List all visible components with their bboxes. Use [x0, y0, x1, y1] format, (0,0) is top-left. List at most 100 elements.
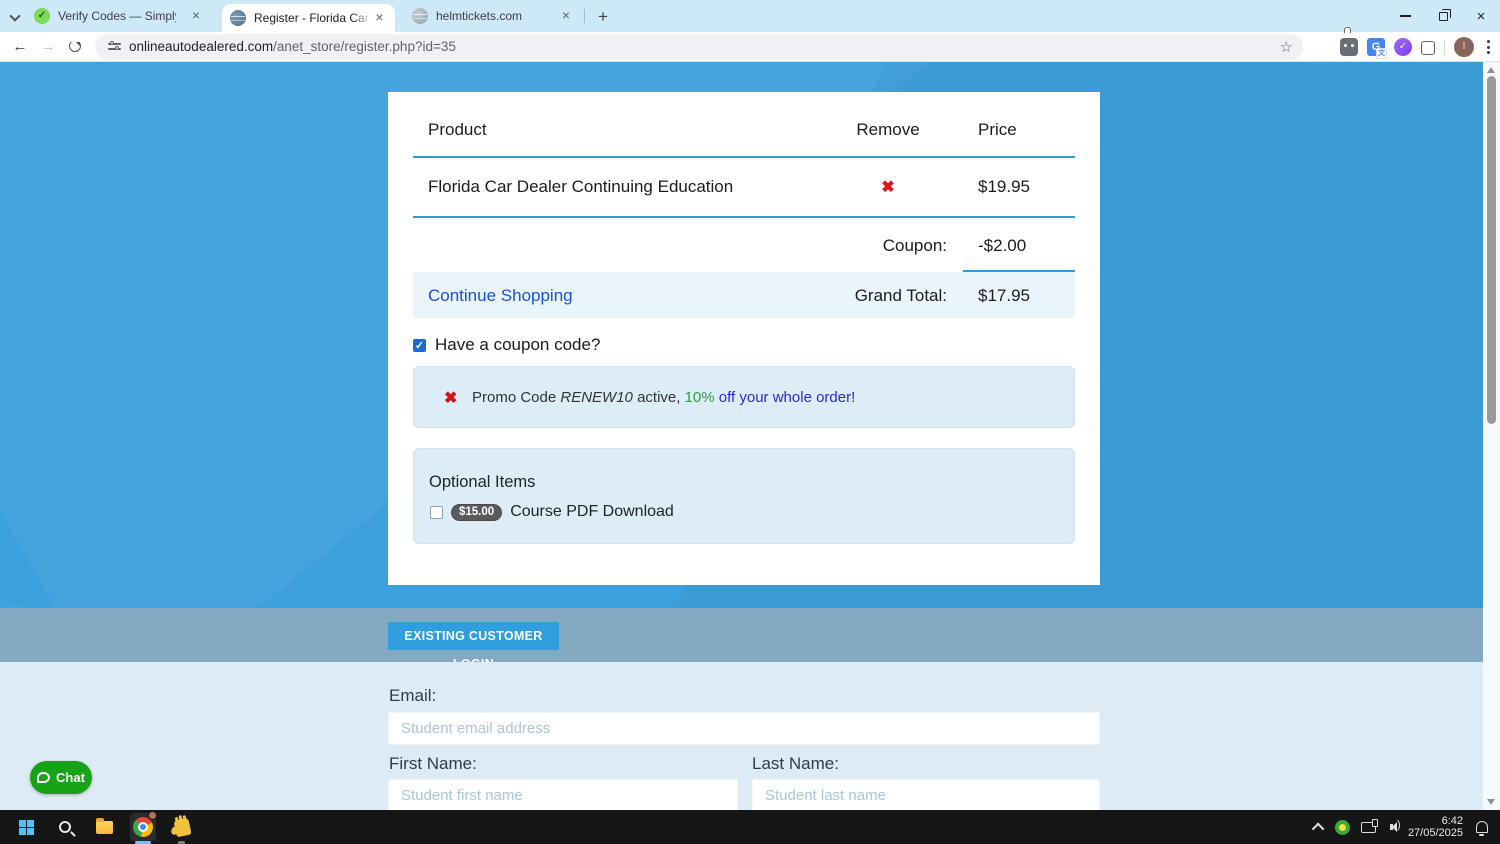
table-divider	[413, 216, 1075, 218]
translate-extension-icon[interactable]: G	[1367, 38, 1387, 59]
simplycodes-favicon-icon: ✓	[34, 8, 50, 24]
chevron-down-icon	[9, 10, 21, 22]
promo-mid: active,	[632, 389, 685, 406]
tab-close-icon[interactable]: ×	[558, 8, 574, 24]
remove-promo-button[interactable]: ✖	[444, 388, 457, 408]
existing-customer-login-button[interactable]: EXISTING CUSTOMER LOGIN	[388, 622, 559, 671]
chat-button-label: Chat	[56, 770, 85, 785]
product-price: $19.95	[978, 177, 1030, 196]
address-bar[interactable]: onlineautodealered.com/anet_store/regist…	[95, 34, 1303, 60]
extensions-puzzle-icon[interactable]	[1421, 41, 1435, 55]
file-explorer-button[interactable]	[91, 813, 117, 841]
close-button[interactable]: ×	[1462, 0, 1500, 32]
back-button[interactable]: ←	[8, 35, 32, 59]
tray-time: 6:42	[1441, 814, 1463, 827]
notification-bell-icon[interactable]	[1476, 821, 1488, 836]
hand-icon	[172, 817, 192, 837]
scroll-down-icon[interactable]	[1487, 799, 1495, 805]
last-name-field[interactable]	[752, 779, 1100, 810]
toolbar-separator	[1444, 39, 1445, 55]
url-text: onlineautodealered.com/anet_store/regist…	[129, 39, 456, 54]
robot-extension-icon[interactable]	[1340, 38, 1358, 56]
tab-simplycodes[interactable]: ✓ Verify Codes — SimplyCodes ×	[26, 0, 212, 32]
window-controls: ×	[1386, 0, 1500, 32]
tab-close-icon[interactable]: ×	[188, 8, 204, 24]
network-display-icon[interactable]	[1360, 818, 1378, 833]
url-domain: onlineautodealered.com	[129, 39, 274, 54]
optional-items-panel: Optional Items $15.00 Course PDF Downloa…	[413, 448, 1075, 544]
taskbar-search-button[interactable]	[52, 813, 78, 841]
hand-tool-taskbar-button[interactable]	[169, 813, 195, 844]
first-name-field[interactable]	[388, 779, 738, 810]
table-divider	[413, 156, 1075, 158]
desktop-screen: ✓ Verify Codes — SimplyCodes × Register …	[0, 0, 1500, 844]
price-column-divider	[963, 270, 1075, 272]
product-name: Florida Car Dealer Continuing Education	[428, 177, 734, 196]
cart-card: Product Remove Price Florida Car Dealer …	[388, 92, 1100, 585]
browser-menu-icon[interactable]	[1483, 40, 1494, 54]
promo-code: RENEW10	[560, 389, 633, 406]
coupon-amount: -$2.00	[978, 236, 1027, 255]
extensions-area: G ✓ I	[1340, 32, 1494, 62]
email-field[interactable]	[388, 712, 1100, 745]
windows-logo-icon	[18, 819, 34, 835]
taskbar-apps	[0, 811, 195, 844]
promo-suffix: off your whole order!	[714, 389, 856, 406]
browser-toolbar: ← → onlineautodealered.com/anet_store/re…	[0, 32, 1500, 62]
tab-title: helmtickets.com	[436, 9, 523, 23]
last-name-label: Last Name:	[752, 754, 839, 773]
clock[interactable]: 6:42 27/05/2025	[1408, 815, 1463, 840]
tab-title-fade	[353, 10, 371, 30]
tab-title: Verify Codes — SimplyCodes	[58, 9, 176, 23]
restore-button[interactable]	[1424, 0, 1462, 32]
folder-icon	[95, 817, 113, 834]
start-button[interactable]	[13, 813, 39, 841]
close-icon: ×	[1476, 7, 1486, 25]
email-label: Email:	[389, 686, 437, 705]
reload-icon	[69, 40, 81, 52]
continue-shopping-link[interactable]: Continue Shopping	[428, 286, 573, 306]
tray-chevron-up-icon[interactable]	[1311, 822, 1325, 835]
bookmark-star-icon[interactable]: ☆	[1280, 38, 1293, 56]
notification-badge	[148, 811, 157, 820]
tray-app-icon[interactable]	[1334, 819, 1350, 835]
minimize-button[interactable]	[1386, 0, 1424, 32]
scroll-up-icon[interactable]	[1487, 67, 1495, 73]
registration-form: Email: First Name: Last Name:	[0, 662, 1500, 810]
optional-item-price-badge: $15.00	[451, 503, 503, 521]
promo-panel: ✖ Promo Code RENEW10 active, 10% off you…	[413, 366, 1075, 428]
tab-helmtickets[interactable]: helmtickets.com ×	[404, 0, 582, 32]
profile-avatar[interactable]: I	[1454, 37, 1474, 57]
promo-prefix: Promo Code	[472, 389, 561, 406]
site-settings-icon[interactable]	[108, 41, 121, 52]
volume-icon[interactable]	[1387, 819, 1401, 832]
simplycodes-extension-icon[interactable]: ✓	[1394, 38, 1412, 56]
promo-percent: 10%	[684, 389, 715, 406]
back-icon: ←	[12, 38, 28, 55]
page-content: Product Remove Price Florida Car Dealer …	[0, 62, 1500, 810]
tab-search-button[interactable]	[8, 9, 24, 23]
coupon-checkbox[interactable]: ✓	[413, 338, 426, 352]
grand-total-amount: $17.95	[978, 286, 1030, 305]
remove-item-button[interactable]: ✖	[828, 177, 948, 197]
system-tray: 6:42 27/05/2025	[1311, 815, 1500, 840]
scrollbar-thumb[interactable]	[1487, 76, 1496, 424]
first-name-label: First Name:	[389, 754, 477, 773]
col-header-product: Product	[428, 120, 487, 139]
chat-button[interactable]: Chat	[30, 761, 92, 794]
optional-items-heading: Optional Items	[429, 473, 536, 491]
chat-bubble-icon	[37, 772, 51, 783]
page-scrollbar[interactable]	[1483, 62, 1500, 810]
tab-register-active[interactable]: Register - Florida Car Dealer Co ×	[222, 4, 395, 32]
chrome-taskbar-button[interactable]	[130, 811, 157, 844]
optional-item-checkbox[interactable]	[430, 505, 443, 519]
optional-item-row: $15.00 Course PDF Download	[430, 503, 674, 521]
grand-total-label: Grand Total:	[854, 286, 947, 305]
coupon-row-label: Coupon:	[882, 236, 947, 255]
tab-close-icon[interactable]: ×	[372, 10, 387, 26]
forward-button[interactable]: →	[36, 35, 60, 59]
reload-button[interactable]	[64, 35, 88, 59]
forward-icon: →	[40, 38, 56, 55]
tab-separator	[584, 9, 585, 23]
new-tab-button[interactable]: +	[592, 6, 614, 28]
